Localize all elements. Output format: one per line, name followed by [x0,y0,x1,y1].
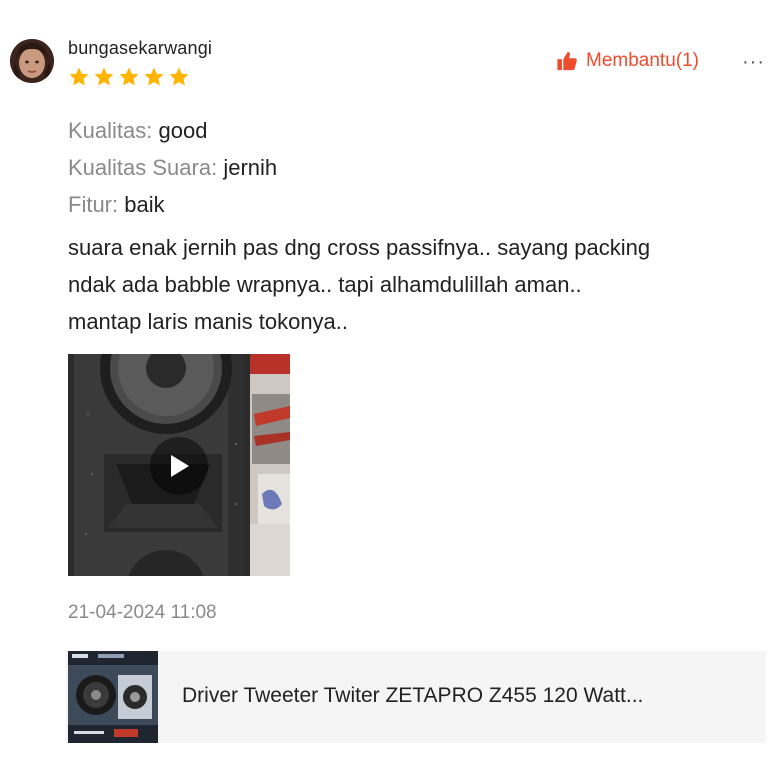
star-icon [169,67,189,86]
review-text: suara enak jernih pas dng cross passifny… [68,229,768,340]
play-icon [171,455,189,477]
star-icon [94,67,114,86]
product-image [68,651,158,743]
star-icon [119,67,139,86]
attribute-value: jernih [223,155,278,180]
attribute-key: Kualitas: [68,118,153,143]
star-rating [68,66,190,88]
more-options-icon[interactable]: ··· [742,50,765,74]
review-text-line: ndak ada babble wrapnya.. tapi alhamduli… [68,272,582,297]
review-timestamp: 21-04-2024 11:08 [68,602,217,623]
star-icon [69,67,89,86]
attribute-key: Kualitas Suara: [68,155,218,180]
attribute-row-quality: Kualitas: good [68,116,207,146]
attribute-key: Fitur: [68,192,119,217]
attribute-value: baik [124,192,165,217]
product-card[interactable]: Driver Tweeter Twiter ZETAPRO Z455 120 W… [66,651,766,743]
reviewer-username: bungasekarwangi [68,38,213,58]
thumbs-up-icon [557,52,577,71]
helpful-button[interactable]: Membantu(1) [556,50,699,72]
review-text-line: mantap laris manis tokonya.. [68,309,349,334]
avatar-image [10,39,54,83]
attribute-value: good [158,118,208,143]
play-button[interactable] [150,437,208,495]
avatar[interactable] [10,39,54,83]
helpful-label: Membantu(1) [586,50,699,71]
product-name: Driver Tweeter Twiter ZETAPRO Z455 120 W… [182,684,644,707]
star-icon [144,67,164,86]
attribute-row-features: Fitur: baik [68,190,165,220]
review-video-thumbnail[interactable] [68,354,290,576]
attribute-row-sound-quality: Kualitas Suara: jernih [68,153,277,183]
product-thumbnail [68,651,158,743]
review-text-line: suara enak jernih pas dng cross passifny… [68,235,651,260]
